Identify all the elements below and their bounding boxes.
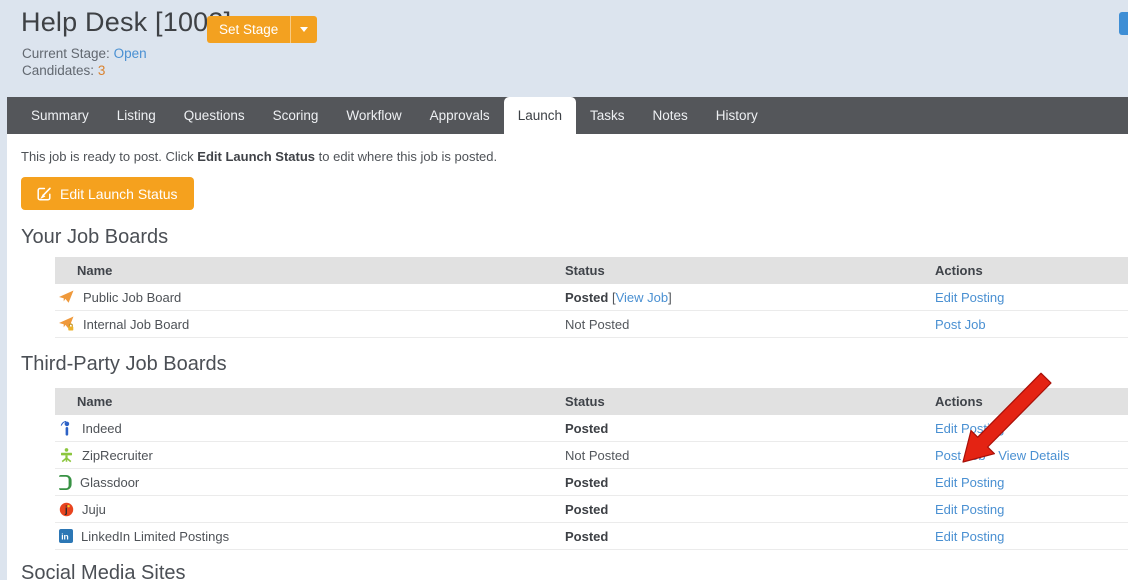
table-row-juju: j Juju Posted Edit Posting [55, 496, 1128, 523]
glassdoor-icon [59, 475, 72, 490]
candidates-line: Candidates: 3 [22, 63, 105, 78]
board-name: Internal Job Board [83, 317, 189, 332]
feedback-tab[interactable] [1119, 12, 1128, 35]
tab-bar: Summary Listing Questions Scoring Workfl… [7, 97, 1128, 134]
column-actions: Actions [935, 394, 1128, 409]
board-name: ZipRecruiter [82, 448, 153, 463]
indeed-icon [59, 421, 74, 436]
paper-plane-icon [59, 290, 75, 305]
tab-listing[interactable]: Listing [103, 97, 170, 134]
tab-launch[interactable]: Launch [504, 97, 576, 134]
edit-launch-status-button[interactable]: Edit Launch Status [21, 177, 194, 210]
board-name: Public Job Board [83, 290, 181, 305]
edit-posting-link[interactable]: Edit Posting [935, 421, 1004, 436]
table-row-internal-job-board: Internal Job Board Not Posted Post Job [55, 311, 1128, 338]
table-row-public-job-board: Public Job Board Posted [View Job] Edit … [55, 284, 1128, 311]
board-status: Not Posted [565, 317, 935, 332]
tab-notes[interactable]: Notes [639, 97, 702, 134]
set-stage-dropdown[interactable] [290, 16, 317, 43]
column-actions: Actions [935, 263, 1128, 278]
board-status: Posted [565, 475, 935, 490]
table-row-ziprecruiter: ZipRecruiter Not Posted Post Job View De… [55, 442, 1128, 469]
launch-tab-content: This job is ready to post. Click Edit La… [7, 134, 1128, 580]
edit-posting-link[interactable]: Edit Posting [935, 290, 1004, 305]
table-header-row: Name Status Actions [55, 257, 1128, 284]
tab-questions[interactable]: Questions [170, 97, 259, 134]
caret-down-icon [300, 27, 308, 32]
message-suffix: to edit where this job is posted. [315, 149, 497, 164]
paper-plane-lock-icon [59, 316, 75, 332]
message-bold: Edit Launch Status [197, 149, 315, 164]
page-title: Help Desk [1003] [21, 7, 231, 38]
third-party-job-boards-heading: Third-Party Job Boards [21, 353, 227, 376]
column-name: Name [55, 394, 565, 409]
table-header-row: Name Status Actions [55, 388, 1128, 415]
tab-workflow[interactable]: Workflow [332, 97, 415, 134]
set-stage-label[interactable]: Set Stage [207, 16, 290, 43]
edit-launch-status-label: Edit Launch Status [60, 186, 178, 202]
edit-pencil-square-icon [37, 186, 52, 201]
social-media-sites-heading: Social Media Sites [21, 562, 186, 580]
set-stage-button[interactable]: Set Stage [207, 16, 317, 43]
current-stage-link[interactable]: Open [114, 46, 147, 61]
third-party-job-boards-table: Name Status Actions Indeed Posted Edit P… [55, 388, 1128, 550]
current-stage-label: Current Stage: [22, 46, 110, 61]
table-row-glassdoor: Glassdoor Posted Edit Posting [55, 469, 1128, 496]
linkedin-icon: in [59, 529, 73, 543]
ziprecruiter-icon [59, 448, 74, 463]
table-row-linkedin: in LinkedIn Limited Postings Posted Edit… [55, 523, 1128, 550]
post-job-link[interactable]: Post Job [935, 317, 986, 332]
board-status: Posted [565, 502, 935, 517]
svg-text:j: j [64, 505, 68, 516]
board-name: LinkedIn Limited Postings [81, 529, 229, 544]
edit-posting-link[interactable]: Edit Posting [935, 502, 1004, 517]
current-stage-line: Current Stage: Open [22, 46, 147, 61]
edit-posting-link[interactable]: Edit Posting [935, 529, 1004, 544]
candidates-count: 3 [98, 63, 106, 78]
candidates-label: Candidates: [22, 63, 94, 78]
juju-icon: j [59, 502, 74, 517]
tab-tasks[interactable]: Tasks [576, 97, 639, 134]
your-job-boards-table: Name Status Actions Public Job Board Pos… [55, 257, 1128, 338]
column-name: Name [55, 263, 565, 278]
message-prefix: This job is ready to post. Click [21, 149, 197, 164]
column-status: Status [565, 394, 935, 409]
view-job-link[interactable]: View Job [616, 290, 669, 305]
board-status: Not Posted [565, 448, 935, 463]
your-job-boards-heading: Your Job Boards [21, 226, 168, 249]
post-job-link[interactable]: Post Job [935, 448, 986, 463]
job-launch-page: Help Desk [1003] Set Stage Current Stage… [0, 0, 1128, 580]
tab-scoring[interactable]: Scoring [259, 97, 333, 134]
board-name: Glassdoor [80, 475, 139, 490]
board-status: Posted [565, 421, 935, 436]
ready-to-post-message: This job is ready to post. Click Edit La… [21, 149, 497, 164]
board-status: Posted [565, 529, 935, 544]
board-name: Juju [82, 502, 106, 517]
tab-approvals[interactable]: Approvals [416, 97, 504, 134]
tab-history[interactable]: History [702, 97, 772, 134]
column-status: Status [565, 263, 935, 278]
board-status: Posted [View Job] [565, 290, 935, 305]
tab-summary[interactable]: Summary [17, 97, 103, 134]
table-row-indeed: Indeed Posted Edit Posting [55, 415, 1128, 442]
edit-posting-link[interactable]: Edit Posting [935, 475, 1004, 490]
view-details-link[interactable]: View Details [998, 448, 1069, 463]
board-name: Indeed [82, 421, 122, 436]
svg-text:in: in [61, 532, 69, 542]
